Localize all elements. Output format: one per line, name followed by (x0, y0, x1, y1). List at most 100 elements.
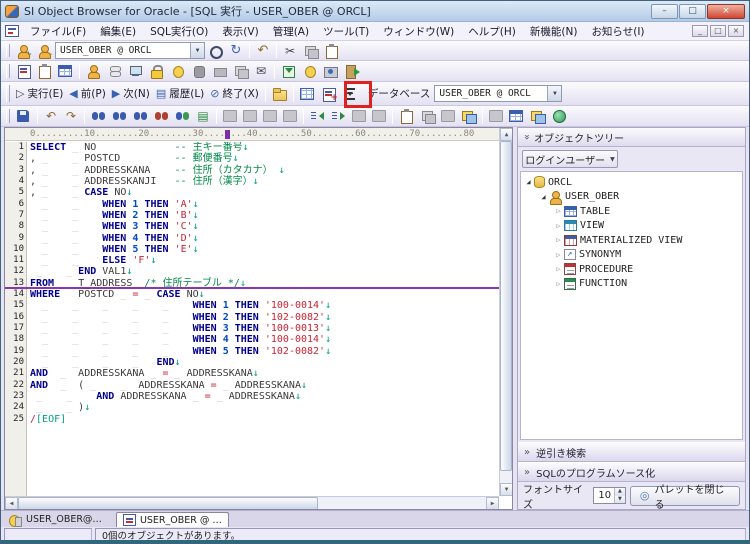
toolbar-grip[interactable] (6, 44, 10, 57)
save-button[interactable] (13, 107, 34, 125)
terminate-button[interactable]: ⊘終了(X) (207, 84, 262, 104)
execute-button[interactable]: ▷実行(E) (13, 84, 66, 104)
editor-line[interactable]: 3, _ _ ADDRESSKANA -- 住所（カタカナ） ↓ (5, 165, 499, 176)
editor-vscrollbar[interactable]: ▲ ▼ (499, 128, 512, 496)
editor-line[interactable]: 15 _ _ _ _ _ WHEN 1 THEN '100-0014'↓ (5, 300, 499, 311)
indent-button[interactable] (328, 107, 349, 125)
tree-item-materialized-view[interactable]: ▷MATERIALIZED VIEW (521, 233, 742, 248)
disabled-button-4[interactable] (280, 107, 300, 125)
palette-button[interactable] (527, 107, 548, 125)
role-button[interactable] (146, 62, 167, 80)
mail-button[interactable]: ✉ (251, 62, 271, 80)
editor-hscrollbar[interactable]: ◀ ▶ (5, 496, 499, 509)
disabled-button-3[interactable] (260, 107, 280, 125)
find-prev-button[interactable] (130, 107, 151, 125)
uncomment-button[interactable] (417, 107, 438, 125)
object-tree-header[interactable]: »オブジェクトツリー (518, 128, 745, 147)
expander-icon[interactable]: ▷ (554, 236, 563, 244)
new-sql-button[interactable]: + (318, 84, 339, 104)
find-button[interactable] (88, 107, 109, 125)
editor-line[interactable]: 5, _ _ CASE NO↓ (5, 187, 499, 198)
editor-line[interactable]: 9 _ _ WHEN 4 THEN 'D'↓ (5, 233, 499, 244)
tree-item-user_ober[interactable]: ◢USER_OBER (521, 190, 742, 205)
font-size-spinner[interactable]: 10 ▲▼ (593, 487, 625, 504)
close-palette-button[interactable]: ◎パレットを閉じる (630, 486, 740, 506)
undo-button[interactable]: ↶ (253, 42, 273, 60)
session-manager-button[interactable] (125, 62, 146, 80)
disabled-button-7[interactable] (438, 107, 458, 125)
tree-item-table[interactable]: ▷TABLE (521, 204, 742, 219)
cut-button[interactable]: ✂ (280, 42, 300, 60)
editor-line[interactable]: 18 _ _ _ _ _ WHEN 4 THEN '100-0014'↓ (5, 334, 499, 345)
tablespace-button[interactable] (104, 62, 125, 80)
editor-line[interactable]: 4, _ _ ADDRESSKANJI -- 住所（漢字）↓ (5, 176, 499, 187)
editor-line[interactable]: 10 _ _ WHEN 5 THEN 'E'↓ (5, 244, 499, 255)
restore-button[interactable]: □ (679, 4, 706, 19)
tree-item-view[interactable]: ▷VIEW (521, 219, 742, 234)
tab-object-list[interactable]: USER_OBER@… (3, 512, 108, 527)
menu-item-3[interactable]: 表示(V) (215, 22, 265, 41)
editor-line[interactable]: 12 _ _ END VAL1↓ (5, 266, 499, 277)
profile-button[interactable] (167, 62, 188, 80)
table-ref-button[interactable] (506, 107, 527, 125)
find-in-files-button[interactable] (172, 107, 193, 125)
redo-edit-button[interactable]: ↷ (61, 107, 81, 125)
menu-item-8[interactable]: 新機能(N) (523, 22, 585, 41)
combo-dropdown-icon[interactable]: ▼ (547, 86, 561, 101)
scroll-up-icon[interactable]: ▲ (500, 128, 513, 141)
editor-line[interactable]: 8 _ _ WHEN 3 THEN 'C'↓ (5, 221, 499, 232)
unindent-button[interactable] (307, 107, 328, 125)
session-combobox[interactable]: USER_OBER @ ORCL▼ (55, 42, 205, 59)
editor-line[interactable]: 16 _ _ _ _ _ WHEN 2 THEN '102-0082'↓ (5, 312, 499, 323)
open-file-button[interactable] (269, 84, 290, 104)
editor-line[interactable]: 17 _ _ _ _ _ WHEN 3 THEN '100-0013'↓ (5, 323, 499, 334)
replace-button[interactable] (151, 107, 172, 125)
expander-icon[interactable]: ◢ (539, 193, 548, 201)
expander-icon[interactable]: ▷ (554, 222, 563, 230)
disabled-button-2[interactable] (240, 107, 260, 125)
copy-button[interactable] (300, 42, 321, 60)
toolbar-grip[interactable] (6, 85, 10, 101)
editor-line[interactable]: 20 _ _ _ _ END↓ (5, 357, 499, 368)
menu-item-2[interactable]: SQL実行(O) (143, 22, 215, 41)
database-combobox[interactable]: USER_OBER @ ORCL▼ (434, 85, 562, 102)
menu-item-0[interactable]: ファイル(F) (23, 22, 93, 41)
vscroll-thumb[interactable] (500, 141, 512, 471)
commit-button[interactable] (205, 42, 226, 60)
scroll-left-icon[interactable]: ◀ (5, 497, 18, 510)
editor-line[interactable]: 19 _ _ _ _ _ WHEN 5 THEN '102-0082'↓ (5, 346, 499, 357)
combo-dropdown-icon[interactable]: ▼ (190, 43, 204, 58)
disconnect-user-button[interactable]: − (34, 42, 55, 60)
mdi-document-icon[interactable] (5, 25, 19, 37)
tree-item-synonym[interactable]: ▷SYNONYM (521, 248, 742, 263)
flashback-button[interactable] (209, 62, 230, 80)
menu-item-4[interactable]: 管理(A) (266, 22, 316, 41)
disabled-button-8[interactable] (486, 107, 506, 125)
mdi-close-button[interactable]: × (728, 25, 744, 37)
login-user-dropdown[interactable]: ログインユーザー▼ (522, 150, 618, 168)
reverse-search-panel-header[interactable]: »逆引き検索 (518, 442, 745, 462)
goto-line-button[interactable]: ▤ (193, 107, 213, 125)
spin-down-icon[interactable]: ▼ (615, 496, 625, 504)
undo-edit-button[interactable]: ↶ (41, 107, 61, 125)
expander-icon[interactable]: ▷ (554, 207, 563, 215)
expander-icon[interactable]: ▷ (554, 280, 563, 288)
spin-up-icon[interactable]: ▲ (615, 488, 625, 496)
menu-item-6[interactable]: ウィンドウ(W) (376, 22, 461, 41)
menu-item-1[interactable]: 編集(E) (93, 22, 143, 41)
menu-item-9[interactable]: お知らせ(I) (584, 22, 651, 41)
recycle-bin-button[interactable] (188, 62, 209, 80)
editor-line[interactable]: 24 _ _ )↓ (5, 402, 499, 413)
tab-sql-exec[interactable]: USER_OBER @ … (116, 512, 229, 527)
find-next-button[interactable] (109, 107, 130, 125)
web-help-button[interactable] (548, 107, 569, 125)
expander-icon[interactable]: ▷ (554, 251, 563, 259)
editor-line[interactable]: 11 _ _ ELSE 'F'↓ (5, 255, 499, 266)
disabled-button-5[interactable] (349, 107, 369, 125)
duplicate-button[interactable] (230, 62, 251, 80)
editor-line[interactable]: 7 _ _ WHEN 2 THEN 'B'↓ (5, 210, 499, 221)
import-button[interactable] (278, 62, 299, 80)
capture-button[interactable] (320, 62, 341, 80)
scroll-down-icon[interactable]: ▼ (500, 483, 513, 496)
toolbar-grip[interactable] (6, 64, 10, 78)
